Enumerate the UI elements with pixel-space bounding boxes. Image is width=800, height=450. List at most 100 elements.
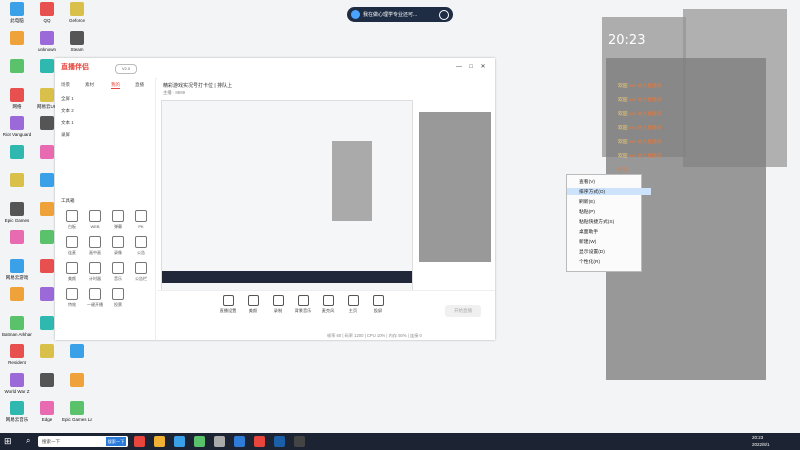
tool-item[interactable]: 录像 [107, 236, 129, 258]
close-icon[interactable]: ✕ [479, 63, 487, 71]
tool-label: PK [138, 224, 144, 229]
context-menu: 查看(V) 排序方式(O) 刷新(E) 粘贴(P) 粘贴快捷方式(S) 桌面助手新建(W)… [566, 174, 651, 272]
taskbar-app-icon[interactable] [234, 436, 245, 447]
desktop-icon[interactable]: Epic Games Launcher [62, 401, 92, 435]
search-input[interactable]: 搜索一下 [42, 439, 60, 445]
search-button[interactable]: 搜索一下 [106, 437, 126, 446]
control-button[interactable]: 录制 [267, 295, 289, 314]
chat-user: 欢迎 [618, 84, 628, 89]
tab-mine[interactable]: 我的 [111, 82, 120, 89]
tool-item[interactable]: 白板 [61, 210, 83, 232]
app-icon [10, 30, 24, 45]
search-icon[interactable] [439, 10, 449, 20]
app-icon [10, 230, 24, 244]
control-label: 投屏 [373, 308, 383, 313]
tool-item[interactable]: 连麦 [61, 236, 83, 258]
app-icon [10, 201, 24, 216]
control-button[interactable]: 麦克风 [317, 295, 339, 314]
tool-item[interactable]: 一键开播 [84, 288, 106, 310]
context-menu-item[interactable]: 查看(V) [579, 178, 595, 185]
app-icon [40, 401, 54, 415]
tool-icon [112, 236, 124, 248]
desktop-icon[interactable]: Edge [32, 401, 62, 435]
taskbar-app-icon[interactable] [214, 436, 225, 447]
tab-live[interactable]: 直播 [135, 82, 144, 88]
control-button[interactable]: 主页 [342, 295, 364, 314]
taskbar-app-icon[interactable] [174, 436, 185, 447]
chat-line: 欢迎 xxx 进入直播间 [618, 138, 661, 145]
chat-line: 欢迎 xxx 进入直播间 [618, 152, 661, 159]
app-icon [40, 2, 54, 16]
streaming-app-window: 直播伴侣 V2.0 — □ ✕ 场景 素材 我的 直播 全屏 1 文本 2 文本… [55, 58, 495, 340]
chat-user: 欢迎 [618, 112, 628, 117]
tool-item[interactable]: 音乐 [107, 262, 129, 284]
context-menu-item[interactable]: 排序方式(O) [567, 188, 651, 195]
source-item[interactable]: 文本 1 [61, 120, 74, 126]
chat-text: xxx 进入直播间 [628, 112, 662, 117]
tool-item[interactable]: 计时器 [84, 262, 106, 284]
context-menu-item[interactable]: 粘贴快捷方式(S) [579, 218, 614, 225]
maximize-icon[interactable]: □ [467, 63, 475, 71]
context-menu-item[interactable]: 显示设置(D) [579, 248, 605, 255]
source-item[interactable]: 文本 2 [61, 108, 74, 114]
tool-item[interactable]: 投票 [107, 288, 129, 310]
context-menu-item[interactable]: 刷新(E) [579, 198, 595, 205]
taskbar-app-icon[interactable] [274, 436, 285, 447]
app-icon [40, 344, 54, 358]
control-button[interactable]: 投屏 [367, 295, 389, 314]
minimize-icon[interactable]: — [455, 63, 463, 71]
control-button[interactable]: 直播设置 [217, 295, 239, 314]
chat-user: 欢迎 [618, 126, 628, 131]
start-live-button[interactable]: 开始直播 [445, 305, 481, 317]
app-icon [40, 30, 54, 45]
app-icon [70, 344, 84, 358]
tool-item[interactable]: 弹幕 [107, 210, 129, 232]
source-item[interactable]: 录屏 [61, 132, 70, 138]
tab-scene[interactable]: 场景 [61, 82, 70, 88]
control-icon [272, 295, 284, 306]
taskbar-app-icon[interactable] [294, 436, 305, 447]
preview-window [332, 141, 372, 221]
app-icon [40, 173, 54, 187]
chat-user: 欢迎 [618, 154, 628, 159]
chat-text: xxx 进入直播间 [628, 154, 662, 159]
tool-item[interactable]: 特效 [61, 288, 83, 310]
taskbar-app-icon[interactable] [154, 436, 165, 447]
control-button[interactable]: 背景音乐 [292, 295, 314, 314]
control-button[interactable]: 美颜 [242, 295, 264, 314]
sidebar: 场景 素材 我的 直播 全屏 1 文本 2 文本 1 录屏 工具箱 白板 WEB 弹… [55, 78, 156, 340]
context-menu-item[interactable]: 新建(W) [579, 238, 596, 245]
search-icon[interactable]: ⌕ [26, 436, 30, 446]
app-icon [40, 59, 54, 73]
taskbar-app-icon[interactable] [194, 436, 205, 447]
tab-material[interactable]: 素材 [85, 82, 94, 88]
desktop-icon-label: 网易云游戏 [5, 274, 29, 280]
assistant-icon [351, 10, 360, 19]
context-menu-item[interactable]: 桌面助手 [579, 228, 598, 235]
tool-item[interactable]: 画中画 [84, 236, 106, 258]
chat-line: 欢迎 xxx 进入直播间 [618, 82, 661, 89]
assistant-pill[interactable]: 我在做心理学专业还可... [347, 7, 453, 22]
version-badge: V2.0 [115, 64, 137, 74]
tool-item[interactable]: 公告栏 [130, 262, 152, 284]
context-menu-item[interactable]: 粘贴(P) [579, 208, 595, 215]
desktop-icon[interactable]: 网易云音乐 [2, 401, 32, 435]
desktop-icon-label: 此电脑 [10, 18, 24, 23]
tool-item[interactable]: 公告 [130, 236, 152, 258]
tool-icon [66, 210, 78, 222]
taskbar-search[interactable]: 搜索一下 搜索一下 [38, 436, 128, 447]
desktop-icon-label: Riot Vanguard [2, 132, 32, 137]
taskbar-app-icon[interactable] [254, 436, 265, 447]
preview-canvas[interactable] [161, 100, 413, 296]
tool-item[interactable]: 美颜 [61, 262, 83, 284]
context-menu-item[interactable]: 个性化(R) [579, 258, 600, 265]
tool-item[interactable]: PK [130, 210, 152, 232]
app-icon [40, 116, 54, 130]
tool-item[interactable]: WEB [84, 210, 106, 232]
tool-icon [112, 262, 124, 274]
desktop-icon-label: Epic Games Launcher [62, 417, 92, 422]
tool-label: 一键开播 [87, 302, 103, 307]
start-icon[interactable]: ⊞ [4, 436, 14, 446]
source-item[interactable]: 全屏 1 [61, 96, 74, 102]
taskbar-app-icon[interactable] [134, 436, 145, 447]
